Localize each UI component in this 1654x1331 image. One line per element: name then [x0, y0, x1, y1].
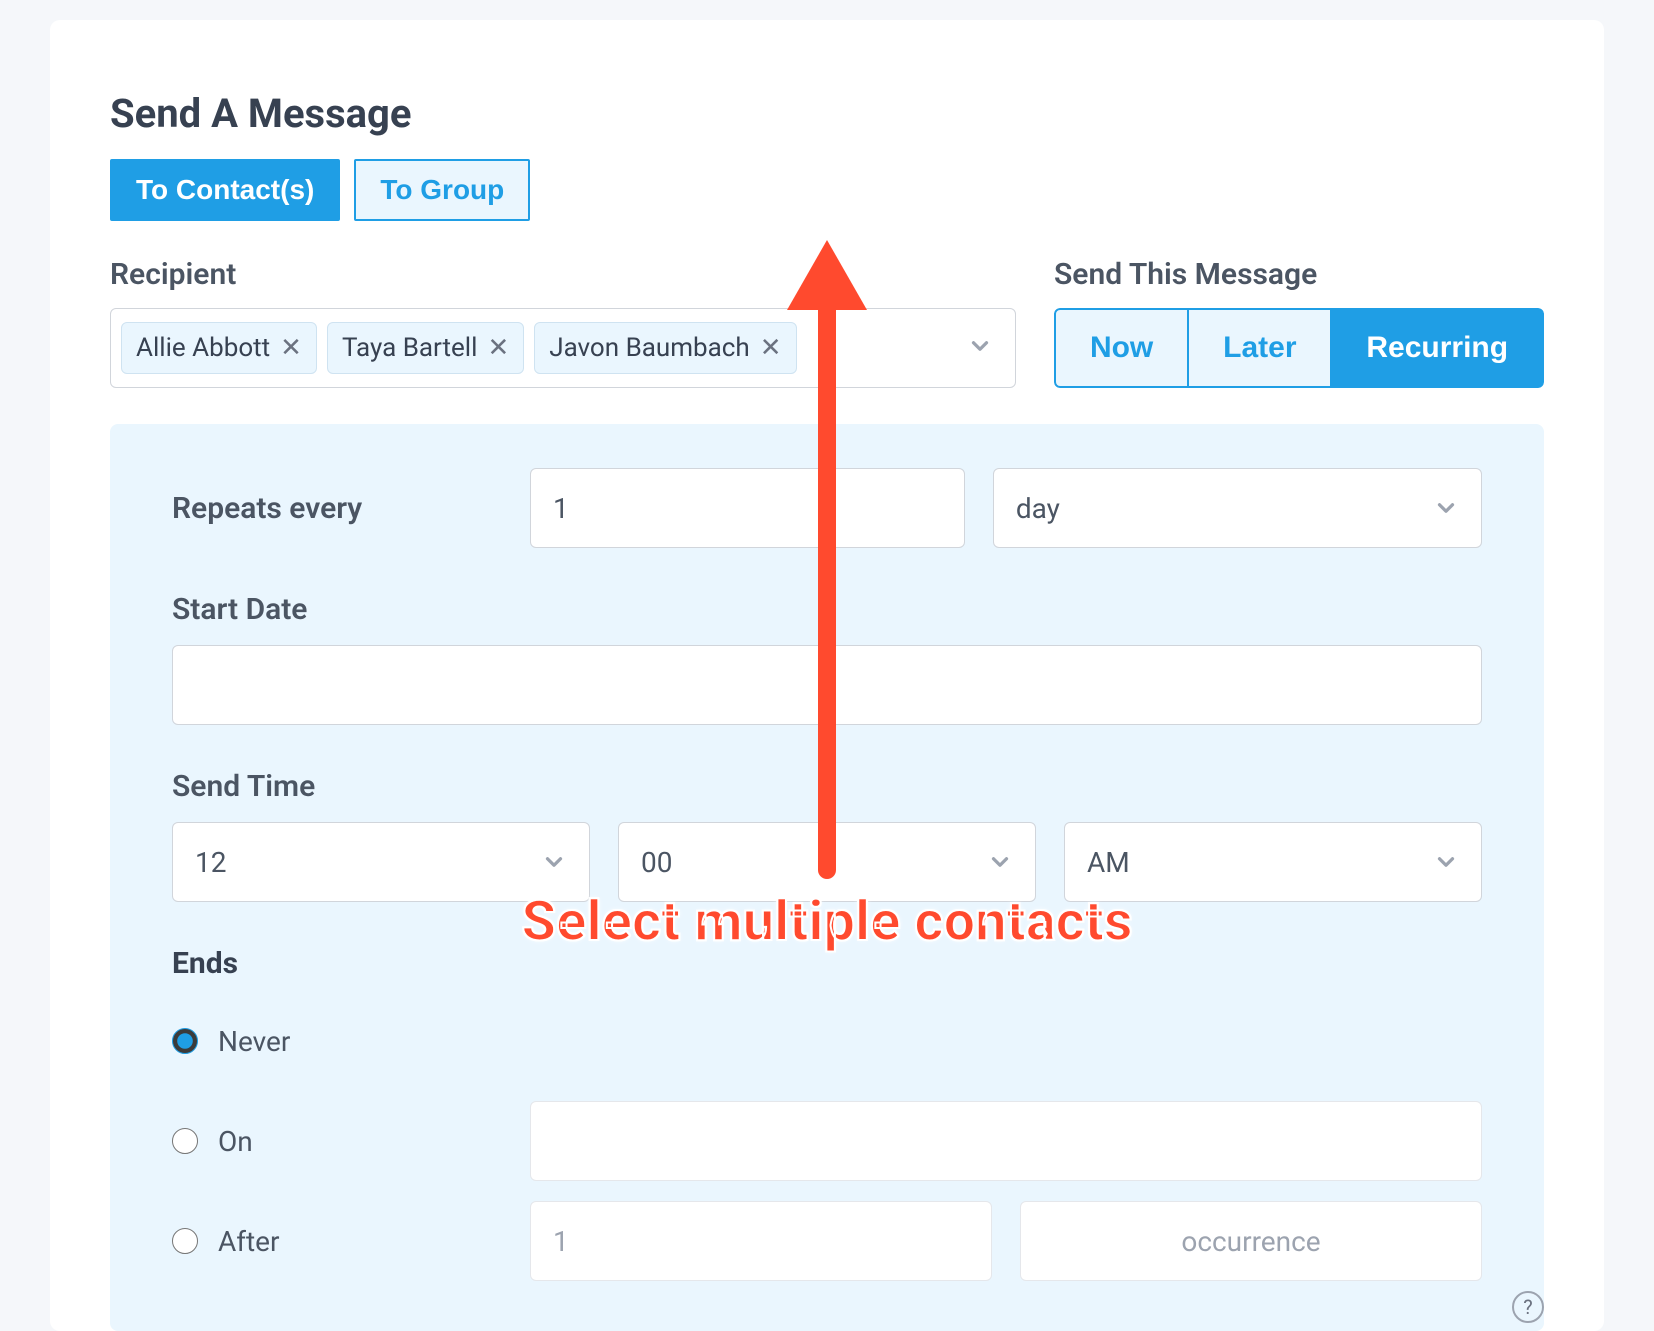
ends-after-count-input[interactable]: 1	[530, 1201, 992, 1281]
recipient-mode-toggle: To Contact(s) To Group	[110, 159, 1544, 221]
remove-icon[interactable]: ✕	[760, 335, 782, 361]
recipient-chip-label: Allie Abbott	[136, 333, 270, 363]
ends-after-radio[interactable]	[172, 1228, 198, 1254]
send-timing-toggle: Now Later Recurring	[1054, 308, 1544, 388]
ends-label: Ends	[172, 946, 1482, 981]
send-this-label: Send This Message	[1054, 257, 1544, 292]
recurring-settings-panel: Repeats every 1 day Start Date Send Time	[110, 424, 1544, 1331]
repeats-every-label: Repeats every	[172, 491, 502, 526]
ends-on-label: On	[218, 1125, 253, 1158]
recipient-chip-label: Taya Bartell	[342, 333, 477, 363]
recipient-multiselect[interactable]: Allie Abbott ✕ Taya Bartell ✕ Javon Baum…	[110, 308, 1016, 388]
send-time-label: Send Time	[172, 769, 1482, 804]
send-time-ampm-select[interactable]: AM	[1064, 822, 1482, 902]
send-time-minute-select[interactable]: 00	[618, 822, 1036, 902]
repeats-unit-select[interactable]: day	[993, 468, 1482, 548]
remove-icon[interactable]: ✕	[487, 335, 509, 361]
send-message-card: Send A Message To Contact(s) To Group Re…	[50, 20, 1604, 1331]
to-contacts-button[interactable]: To Contact(s)	[110, 159, 340, 221]
recipient-chip: Taya Bartell ✕	[327, 322, 524, 374]
ends-after-label: After	[218, 1225, 280, 1258]
page-title: Send A Message	[110, 90, 1544, 137]
ends-never-label: Never	[218, 1025, 290, 1058]
recipient-chip-label: Javon Baumbach	[549, 333, 749, 363]
send-later-button[interactable]: Later	[1189, 308, 1332, 388]
chevron-down-icon	[1433, 849, 1459, 875]
to-group-button[interactable]: To Group	[354, 159, 530, 221]
ends-after-unit-label: occurrence	[1020, 1201, 1482, 1281]
ends-on-date-input[interactable]	[530, 1101, 1482, 1181]
ends-on-radio[interactable]	[172, 1128, 198, 1154]
chevron-down-icon	[541, 849, 567, 875]
ends-never-radio[interactable]	[172, 1028, 198, 1054]
send-recurring-button[interactable]: Recurring	[1332, 308, 1544, 388]
chevron-down-icon[interactable]	[967, 333, 1005, 363]
recipient-label: Recipient	[110, 257, 1016, 292]
recipient-chip: Javon Baumbach ✕	[534, 322, 796, 374]
start-date-label: Start Date	[172, 592, 1482, 627]
send-time-hour-select[interactable]: 12	[172, 822, 590, 902]
send-now-button[interactable]: Now	[1054, 308, 1189, 388]
chevron-down-icon	[1433, 495, 1459, 521]
help-icon[interactable]: ?	[1512, 1291, 1544, 1323]
chevron-down-icon	[987, 849, 1013, 875]
start-date-input[interactable]	[172, 645, 1482, 725]
remove-icon[interactable]: ✕	[280, 335, 302, 361]
recipient-chip: Allie Abbott ✕	[121, 322, 317, 374]
repeats-interval-input[interactable]: 1	[530, 468, 965, 548]
